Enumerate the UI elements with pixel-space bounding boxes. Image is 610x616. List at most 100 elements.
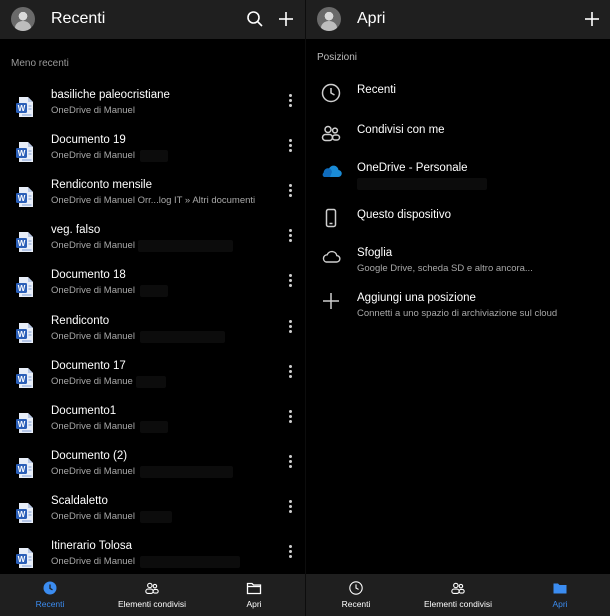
tab-recenti[interactable]: Recenti xyxy=(311,580,401,609)
location-item[interactable]: OneDrive - Personale xyxy=(306,160,610,200)
file-list-item[interactable]: W Rendiconto OneDrive di Manuel xyxy=(0,315,305,360)
location-title: Sfoglia xyxy=(357,247,393,259)
redacted-text xyxy=(140,510,172,523)
file-location: OneDrive di Manuel Orr...log IT » Altri … xyxy=(51,195,256,207)
more-options-icon[interactable] xyxy=(284,138,296,154)
location-item[interactable]: Aggiungi una posizione Connetti a uno spa… xyxy=(306,290,610,330)
more-options-icon[interactable] xyxy=(284,544,296,560)
redacted-text xyxy=(357,178,487,190)
more-options-icon[interactable] xyxy=(284,454,296,470)
file-name: Rendiconto mensile xyxy=(51,179,153,192)
more-options-icon[interactable] xyxy=(284,93,296,109)
more-options-icon[interactable] xyxy=(284,409,296,425)
file-name: Rendiconto xyxy=(51,314,110,327)
file-list-item[interactable]: Wbasiliche paleocristiane OneDrive di Man… xyxy=(0,89,305,134)
avatar[interactable] xyxy=(11,7,35,31)
file-location: OneDrive di Manuel xyxy=(51,285,135,297)
file-name: Documento1 xyxy=(51,404,117,417)
page-title: Apri xyxy=(357,10,386,27)
open-pane: Apri Posizioni Recenti Condivisi con me On… xyxy=(305,0,610,616)
svg-text:W: W xyxy=(18,149,26,158)
tab-elementi-condivisi[interactable]: Elementi condivisi xyxy=(413,580,503,609)
location-item[interactable]: Questo dispositivo xyxy=(306,207,610,247)
file-location: OneDrive di Manue xyxy=(51,375,133,387)
add-icon[interactable] xyxy=(582,9,602,29)
file-list-item[interactable]: W Documento1 OneDrive di Manuel xyxy=(0,405,305,450)
section-label: Meno recenti xyxy=(11,58,69,69)
svg-text:W: W xyxy=(18,465,26,474)
redacted-text xyxy=(140,556,240,568)
location-item[interactable]: Condivisi con me xyxy=(306,122,610,162)
onedrive-cloud-icon xyxy=(320,160,342,182)
phone-icon xyxy=(320,207,342,229)
more-options-icon[interactable] xyxy=(284,228,296,244)
tab-apri[interactable]: Apri xyxy=(515,580,605,609)
more-options-icon[interactable] xyxy=(284,364,296,380)
file-name: Scaldaletto xyxy=(51,494,108,507)
file-name: veg. falso xyxy=(51,224,101,237)
avatar[interactable] xyxy=(317,7,341,31)
top-bar: Recenti xyxy=(0,0,305,39)
word-document-icon: W xyxy=(16,547,34,569)
file-list-item[interactable]: W Documento 17 OneDrive di Manue xyxy=(0,360,305,405)
top-bar: Apri xyxy=(306,0,610,39)
file-location: OneDrive di Manuel xyxy=(51,465,135,477)
word-document-icon: W xyxy=(16,502,34,524)
file-list-item[interactable]: W Rendiconto mensile OneDrive di Manuel Or… xyxy=(0,179,305,224)
file-list-item[interactable]: Wveg. falso OneDrive di Manuel xyxy=(0,224,305,269)
tab-elementi-condivisi[interactable]: Elementi condivisi xyxy=(107,580,197,609)
redacted-text xyxy=(140,150,168,163)
location-title: Recenti xyxy=(357,84,396,96)
clock-icon xyxy=(42,580,58,596)
recent-pane: Recenti Meno recenti Wbasiliche paleocri… xyxy=(0,0,305,616)
location-item[interactable]: Sfoglia Google Drive, scheda SD e altro a… xyxy=(306,245,610,285)
svg-text:W: W xyxy=(18,194,26,203)
tab-label: Apri xyxy=(552,599,568,609)
file-list-item[interactable]: W Documento (2) OneDrive di Manuel xyxy=(0,450,305,495)
file-location: OneDrive di Manuel xyxy=(51,105,135,116)
more-options-icon[interactable] xyxy=(284,319,296,335)
location-title: OneDrive - Personale xyxy=(357,162,468,174)
word-document-icon: W xyxy=(16,276,34,298)
file-name: Documento 18 xyxy=(51,269,126,282)
page-title: Recenti xyxy=(51,10,106,27)
clock-icon xyxy=(320,82,342,104)
file-name: Itinerario Tolosa xyxy=(51,540,132,552)
more-options-icon[interactable] xyxy=(284,183,296,199)
people-icon xyxy=(450,580,466,596)
redacted-text xyxy=(136,375,166,388)
more-options-icon[interactable] xyxy=(284,499,296,515)
tab-label: Recenti xyxy=(35,599,65,609)
file-location: OneDrive di Manuel xyxy=(51,330,135,342)
svg-text:W: W xyxy=(18,555,26,564)
tab-apri[interactable]: Apri xyxy=(209,580,299,609)
location-title: Questo dispositivo xyxy=(357,209,451,221)
word-document-icon: W xyxy=(16,367,34,389)
redacted-text xyxy=(140,420,168,433)
svg-text:W: W xyxy=(18,375,26,384)
add-icon[interactable] xyxy=(276,9,296,29)
people-icon xyxy=(144,580,160,596)
svg-text:W: W xyxy=(18,239,26,248)
file-location: OneDrive di Manuel xyxy=(51,240,135,252)
file-list-item[interactable]: W Documento 19 OneDrive di Manuel xyxy=(0,134,305,179)
tab-label: Recenti xyxy=(341,599,371,609)
section-label: Posizioni xyxy=(317,52,358,63)
tab-label: Apri xyxy=(246,599,262,609)
file-list-item[interactable]: W Documento 18 OneDrive di Manuel xyxy=(0,269,305,314)
word-document-icon: W xyxy=(16,96,34,118)
file-name: Documento 19 xyxy=(51,134,126,147)
file-location: OneDrive di Manuel xyxy=(51,510,135,522)
location-title: Aggiungi una posizione xyxy=(357,292,476,304)
folder-icon xyxy=(246,580,262,596)
file-list-item[interactable]: W Scaldaletto OneDrive di Manuel xyxy=(0,495,305,540)
redacted-text xyxy=(140,330,225,343)
search-icon[interactable] xyxy=(245,9,265,29)
location-item[interactable]: Recenti xyxy=(306,82,610,122)
svg-text:W: W xyxy=(18,510,26,519)
svg-text:W: W xyxy=(18,420,26,429)
more-options-icon[interactable] xyxy=(284,273,296,289)
file-location: OneDrive di Manuel xyxy=(51,556,135,567)
tab-recenti[interactable]: Recenti xyxy=(5,580,95,609)
people-icon xyxy=(320,122,342,144)
